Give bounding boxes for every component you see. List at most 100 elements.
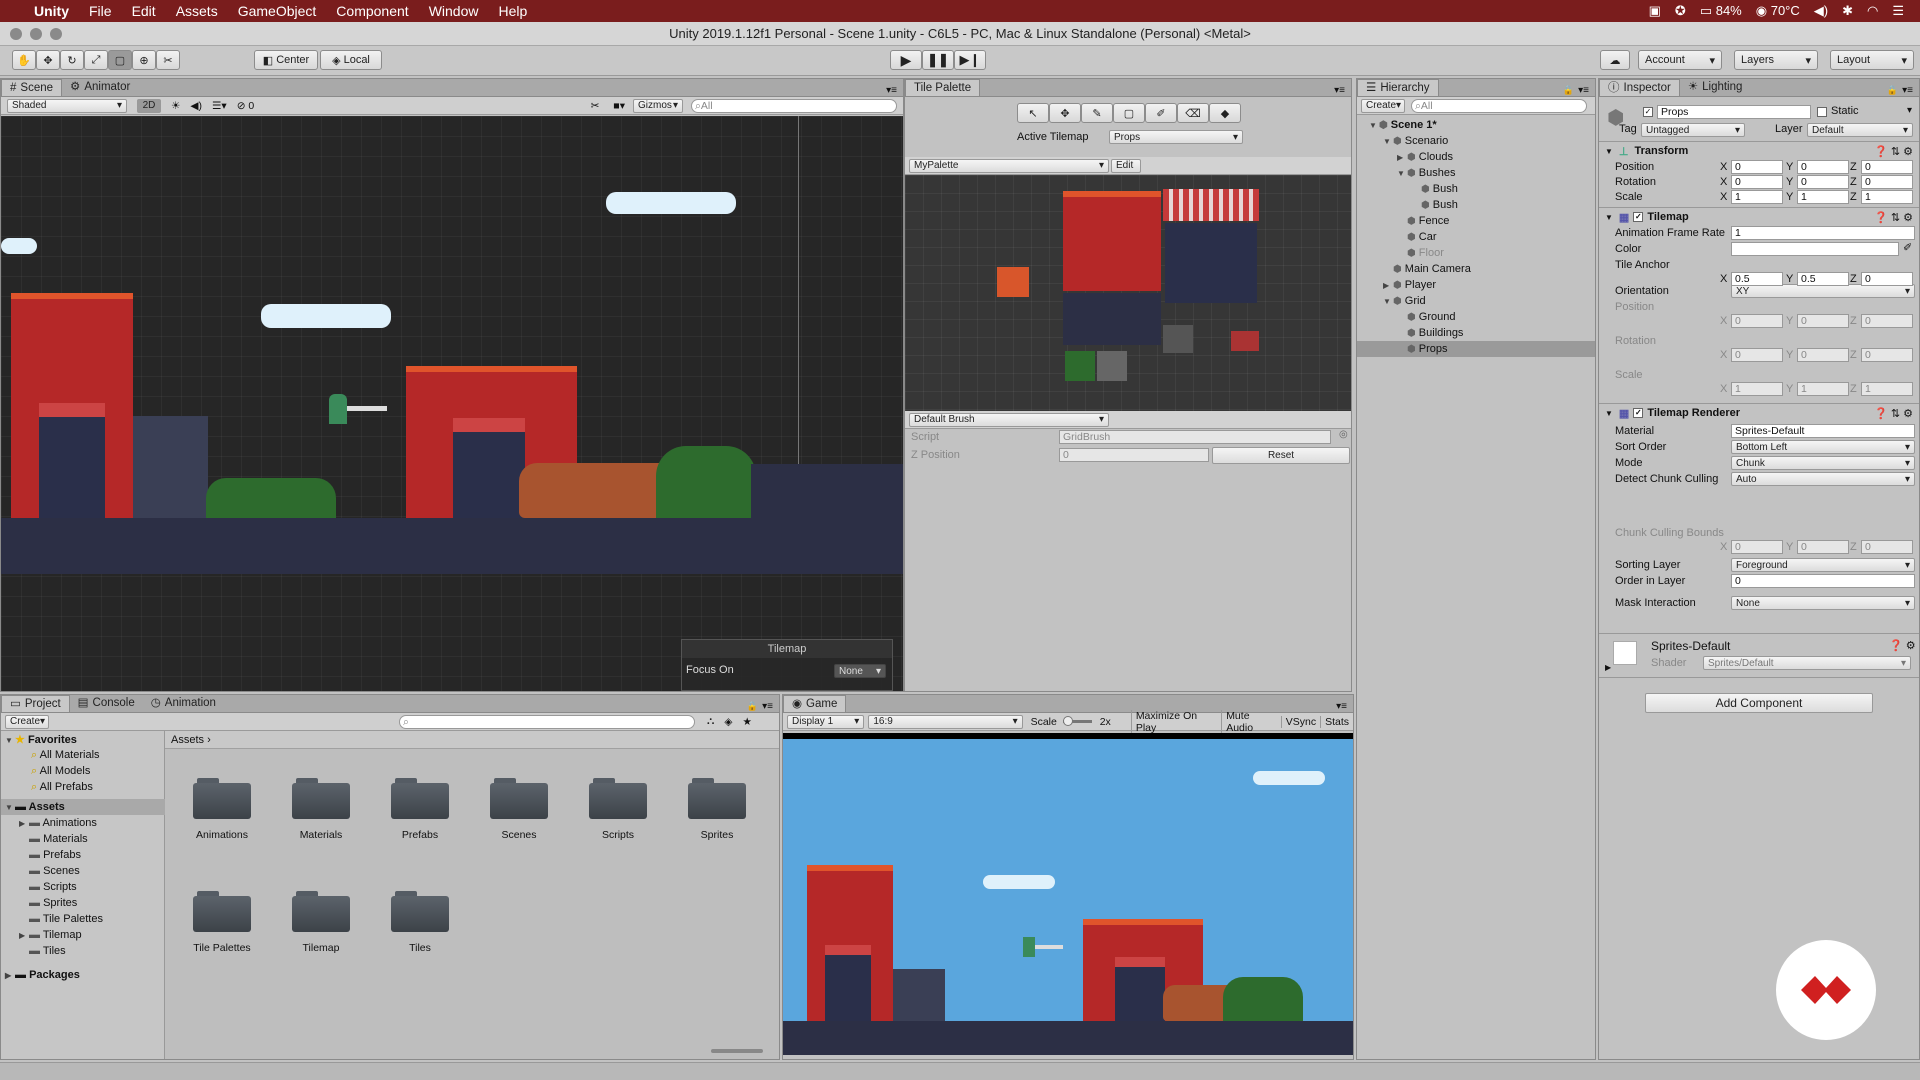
scale-tool-button[interactable]: ⤢ [84,50,108,70]
hierarchy-item[interactable]: ▼ ⬢ Grid [1357,293,1595,310]
battery-icon[interactable]: ▭ 84% [1700,3,1742,19]
active-tilemap-dropdown[interactable]: Props ▾ [1109,130,1243,144]
palette-tile[interactable] [1097,351,1127,381]
zoom-window-button[interactable] [50,28,62,40]
2d-toggle[interactable]: 2D [137,98,161,113]
minimize-window-button[interactable] [30,28,42,40]
gizmos-dropdown[interactable]: Gizmos ▾ [633,98,683,113]
hierarchy-item[interactable]: ⬢ Ground [1357,309,1595,325]
camera-icon[interactable]: ■▾ [613,100,625,112]
axis-x-field[interactable]: 0 [1731,314,1783,328]
folder-label[interactable]: Tiles [370,942,470,954]
tab-console[interactable]: ▤ Console [70,695,143,712]
effects-icon[interactable]: ☰▾ [212,100,227,112]
select-tool-button[interactable]: ↖ [1017,103,1049,123]
palette-tile[interactable] [997,267,1029,297]
folder-label[interactable]: Animations [172,829,272,841]
axis-y-field[interactable]: 1 [1797,190,1849,204]
anim-frame-rate-field[interactable]: 1 [1731,226,1915,240]
orientation-dropdown[interactable]: XY ▾ [1731,284,1915,298]
thermometer-icon[interactable]: ◉ 70°C [1756,3,1800,19]
zpos-field[interactable]: 0 [1059,448,1209,462]
mask-interaction-dropdown[interactable]: None ▾ [1731,596,1915,610]
axis-z-field[interactable]: 0 [1861,540,1913,554]
component-settings-icon[interactable]: ❓ ⚙ [1889,639,1916,652]
component-settings-icon[interactable]: ❓ ⇅ ⚙ [1874,407,1913,420]
static-checkbox[interactable] [1817,107,1827,117]
tab-hierarchy[interactable]: ☰ Hierarchy [1357,79,1439,96]
palette-tile[interactable] [1063,191,1161,291]
hierarchy-item[interactable]: ▼ ⬢ Scene 1* [1357,117,1595,133]
axis-z-field[interactable]: 0 [1861,175,1913,189]
aspect-dropdown[interactable]: 16:9 ▾ [868,714,1023,729]
color-field[interactable] [1731,242,1899,256]
scene-search-input[interactable]: ⌕All [691,98,897,113]
light-icon[interactable]: ☀ [171,100,180,112]
active-checkbox[interactable]: ✓ [1643,107,1653,117]
picker-tool-button[interactable]: ✐ [1145,103,1177,123]
game-viewport[interactable] [783,739,1353,1055]
folder-icon[interactable] [193,888,251,932]
favorites-item[interactable]: ⌕ All Materials [31,749,100,762]
palette-tile[interactable] [1231,331,1259,351]
axis-x-field[interactable]: 0 [1731,348,1783,362]
expand-arrow-icon[interactable]: ▶ [1383,278,1393,294]
axis-x-field[interactable]: 1 [1731,190,1783,204]
hierarchy-item[interactable]: ⬢ Main Camera [1357,261,1595,277]
axis-y-field[interactable]: 0 [1797,348,1849,362]
folder-icon[interactable] [292,775,350,819]
asset-folder-node[interactable]: ▬ Sprites [19,897,77,909]
renderer-enabled-checkbox[interactable]: ✓ [1633,408,1644,418]
axis-y-field[interactable]: 1 [1797,382,1849,396]
folder-icon[interactable] [391,775,449,819]
menu-component[interactable]: Component [336,3,408,19]
paint-tool-button[interactable]: ✎ [1081,103,1113,123]
hierarchy-create-dropdown[interactable]: Create ▾ [1361,98,1405,113]
audio-icon[interactable]: ◀) [190,100,202,112]
account-dropdown[interactable]: Account ▾ [1638,50,1722,70]
expand-arrow-icon[interactable]: ▶ [19,931,29,940]
folder-icon[interactable] [391,888,449,932]
panel-menu-icon[interactable]: ▾≡ [1578,85,1589,96]
menu-help[interactable]: Help [498,3,527,19]
axis-z-field[interactable]: 1 [1861,382,1913,396]
palette-edit-button[interactable]: Edit [1111,158,1141,173]
palette-tile[interactable] [1165,223,1257,303]
breadcrumb-assets[interactable]: Assets [171,734,204,746]
tab-animator[interactable]: ⚙ Animator [62,79,138,96]
gear-icon[interactable]: ✪ [1675,3,1686,19]
hierarchy-item[interactable]: ⬢ Buildings [1357,325,1595,341]
asset-folder-node[interactable]: ▬ Scenes [19,865,80,877]
asset-folder-node[interactable]: ▬ Tiles [19,945,66,957]
maximize-on-play-toggle[interactable]: Maximize On Play [1130,709,1221,734]
axis-z-field[interactable]: 0 [1861,348,1913,362]
palette-tile[interactable] [1063,293,1161,345]
stats-toggle[interactable]: Stats [1320,715,1353,728]
favorites-item[interactable]: ⌕ All Models [31,765,90,778]
move-tool-button[interactable]: ✥ [1049,103,1081,123]
mute-audio-toggle[interactable]: Mute Audio [1221,709,1281,734]
folder-icon[interactable] [688,775,746,819]
icon-size-slider[interactable] [711,1049,763,1053]
axis-x-field[interactable]: 0.5 [1731,272,1783,286]
move-tool-button[interactable]: ✥ [36,50,60,70]
add-component-button[interactable]: Add Component [1645,693,1873,713]
tilemap-header[interactable]: ▼ ▦ ✓ Tilemap ❓ ⇅ ⚙ [1599,209,1919,225]
asset-folder-node[interactable]: ▬ Prefabs [19,849,81,861]
rotate-tool-button[interactable]: ↻ [60,50,84,70]
tab-inspector[interactable]: ⓘ Inspector [1599,79,1680,96]
bluetooth-icon[interactable]: ✱ [1842,3,1853,19]
folder-icon[interactable] [193,775,251,819]
layer-dropdown[interactable]: Default ▾ [1807,123,1913,137]
folder-label[interactable]: Tilemap [271,942,371,954]
axis-y-field[interactable]: 0.5 [1797,272,1849,286]
scale-slider[interactable] [1062,716,1092,726]
expand-arrow-icon[interactable]: ▼ [1383,294,1393,310]
menu-gameobject[interactable]: GameObject [238,3,317,19]
axis-x-field[interactable]: 0 [1731,540,1783,554]
hierarchy-item[interactable]: ▶ ⬢ Player [1357,277,1595,294]
hierarchy-item[interactable]: ⬢ Floor [1357,245,1595,261]
axis-x-field[interactable]: 0 [1731,175,1783,189]
favorites-node[interactable]: ▼ ★ Favorites [5,733,77,746]
hierarchy-item[interactable]: ⬢ Fence [1357,213,1595,229]
